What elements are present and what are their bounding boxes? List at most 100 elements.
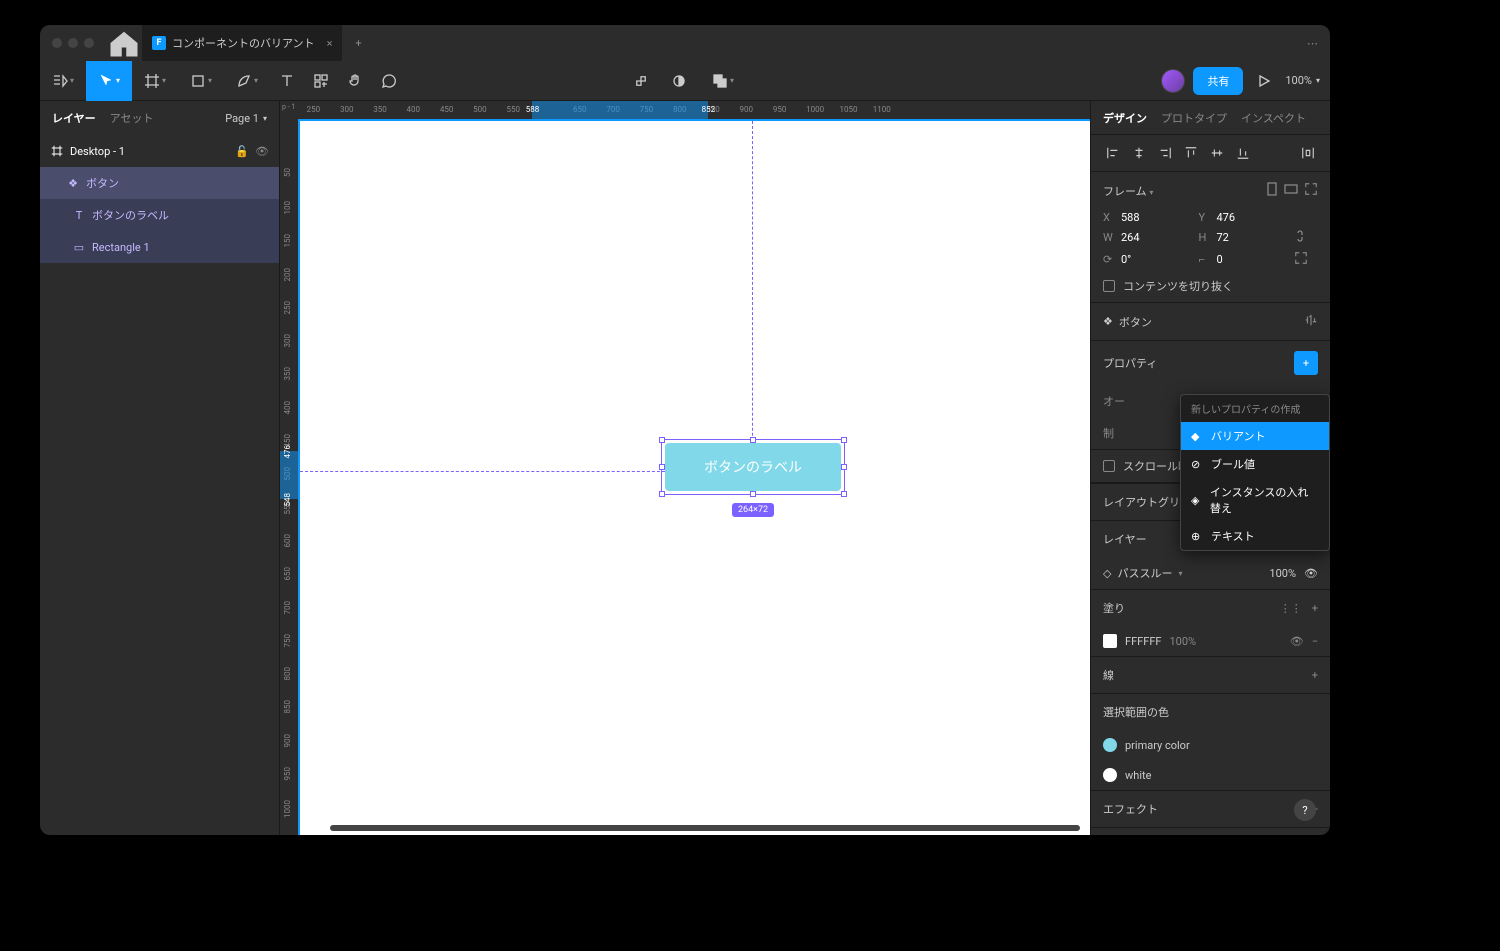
page-selector[interactable]: Page 1▾	[225, 112, 267, 125]
max-dot[interactable]	[84, 38, 94, 48]
home-button[interactable]	[106, 25, 142, 61]
share-button[interactable]: 共有	[1193, 67, 1243, 95]
close-dot[interactable]	[52, 38, 62, 48]
align-vcenter-icon[interactable]	[1205, 141, 1229, 165]
handle-e[interactable]	[841, 464, 847, 470]
popup-item-instance-swap[interactable]: ◈インスタンスの入れ替え	[1181, 478, 1329, 522]
orientation-landscape-icon[interactable]	[1284, 183, 1298, 198]
fill-style-icon[interactable]: ⋮⋮	[1280, 602, 1302, 615]
align-right-icon[interactable]	[1153, 141, 1177, 165]
boolean-button[interactable]: ▾	[700, 61, 746, 101]
lock-icon[interactable]: 🔓	[235, 145, 249, 158]
layer-rectangle[interactable]: ▭ Rectangle 1	[40, 231, 279, 263]
popup-item-variant[interactable]: ◆バリアント	[1181, 422, 1329, 450]
layer-frame[interactable]: Desktop - 1 🔓👁	[40, 135, 279, 167]
align-left-icon[interactable]	[1101, 141, 1125, 165]
tab-inspect[interactable]: インスペクト	[1241, 110, 1306, 126]
tab-close-icon[interactable]: ×	[327, 37, 333, 50]
align-bottom-icon[interactable]	[1231, 141, 1255, 165]
rotation-field[interactable]: 0°	[1121, 253, 1131, 266]
orientation-portrait-icon[interactable]	[1266, 182, 1278, 199]
present-button[interactable]	[1251, 61, 1277, 101]
blend-mode[interactable]: パススルー	[1117, 565, 1172, 581]
comment-tool[interactable]	[372, 61, 406, 101]
instance-swap-icon: ◈	[1191, 494, 1202, 507]
popup-item-text[interactable]: ⊕テキスト	[1181, 522, 1329, 550]
handle-n[interactable]	[750, 437, 756, 443]
new-tab-button[interactable]: +	[342, 37, 374, 50]
x-field[interactable]: 588	[1121, 211, 1140, 224]
resources-tool[interactable]	[304, 61, 338, 101]
distribute-icon[interactable]	[1296, 141, 1320, 165]
scrollbar-horizontal[interactable]	[330, 825, 1080, 831]
handle-w[interactable]	[659, 464, 665, 470]
guide-horizontal	[300, 471, 665, 472]
layer-opacity[interactable]: 100%	[1269, 567, 1296, 580]
clip-label: コンテンツを切り抜く	[1123, 278, 1233, 294]
layer-visibility-icon[interactable]: 👁	[1304, 567, 1318, 580]
file-tab[interactable]: F コンポーネントのバリアント ×	[142, 25, 342, 61]
frame-section-label[interactable]: フレーム ▾	[1103, 183, 1153, 199]
align-hcenter-icon[interactable]	[1127, 141, 1151, 165]
pen-tool[interactable]: ▾	[224, 61, 270, 101]
tab-layers[interactable]: レイヤー	[52, 110, 96, 126]
scroll-fix-checkbox[interactable]	[1103, 460, 1115, 472]
min-dot[interactable]	[68, 38, 78, 48]
layer-text[interactable]: T ボタンのラベル	[40, 199, 279, 231]
color2-swatch[interactable]	[1103, 768, 1117, 782]
handle-ne[interactable]	[841, 437, 847, 443]
w-field[interactable]: 264	[1121, 231, 1140, 244]
titlebar-menu[interactable]: ⋯	[1307, 37, 1330, 50]
right-panel: デザイン プロトタイプ インスペクト フレーム ▾	[1090, 101, 1330, 835]
main-menu-button[interactable]: ▾	[40, 61, 86, 101]
add-stroke-button[interactable]: +	[1312, 669, 1318, 682]
handle-nw[interactable]	[659, 437, 665, 443]
radius-field[interactable]: 0	[1217, 253, 1223, 266]
tab-design[interactable]: デザイン	[1103, 110, 1147, 126]
color2-label: white	[1125, 769, 1151, 782]
align-top-icon[interactable]	[1179, 141, 1203, 165]
h-field[interactable]: 72	[1217, 231, 1229, 244]
help-button[interactable]: ?	[1294, 799, 1316, 821]
frame-tool[interactable]: ▾	[132, 61, 178, 101]
mask-button[interactable]	[662, 61, 696, 101]
move-tool[interactable]: ▾	[86, 61, 132, 101]
tab-prototype[interactable]: プロトタイプ	[1161, 110, 1227, 126]
add-fill-button[interactable]: +	[1312, 602, 1318, 615]
handle-se[interactable]	[841, 491, 847, 497]
resize-to-fit-icon[interactable]	[1304, 182, 1318, 199]
handle-s[interactable]	[750, 491, 756, 497]
text-tool[interactable]	[270, 61, 304, 101]
canvas[interactable]: ボタンのラベル 264×72	[300, 121, 1090, 835]
handle-sw[interactable]	[659, 491, 665, 497]
text-prop-icon: ⊕	[1191, 530, 1203, 543]
artboard[interactable]: ボタンのラベル 264×72	[300, 121, 1090, 835]
remove-fill-button[interactable]: −	[1312, 635, 1318, 648]
fill-opacity[interactable]: 100%	[1169, 635, 1196, 648]
user-avatar[interactable]	[1161, 69, 1185, 93]
tab-assets[interactable]: アセット	[110, 110, 154, 126]
link-dimensions-icon[interactable]	[1294, 228, 1318, 247]
color1-swatch[interactable]	[1103, 738, 1117, 752]
frame-icon	[50, 145, 64, 157]
layer-component[interactable]: ❖ ボタン	[40, 167, 279, 199]
clip-content-row[interactable]: コンテンツを切り抜く	[1091, 270, 1330, 302]
clip-checkbox[interactable]	[1103, 280, 1115, 292]
autolayout-truncated: オー	[1103, 393, 1125, 409]
shape-tool[interactable]: ▾	[178, 61, 224, 101]
independent-corners-icon[interactable]	[1294, 251, 1318, 268]
component-settings-icon[interactable]	[1304, 313, 1318, 330]
fill-swatch[interactable]	[1103, 634, 1117, 648]
hand-tool[interactable]	[338, 61, 372, 101]
component-create-button[interactable]	[624, 61, 658, 101]
visibility-icon[interactable]: 👁	[255, 145, 269, 158]
fill-visibility-icon[interactable]: 👁	[1290, 635, 1304, 648]
add-property-button[interactable]: +	[1294, 351, 1318, 375]
zoom-level[interactable]: 100%▾	[1285, 74, 1320, 87]
y-field[interactable]: 476	[1217, 211, 1236, 224]
selection-colors-head: 選択範囲の色	[1091, 693, 1330, 730]
fill-hex[interactable]: FFFFFF	[1125, 635, 1161, 648]
canvas-area[interactable]: p - 1 2503003504004505005506507007508008…	[280, 101, 1090, 835]
effects-label: エフェクト	[1103, 801, 1158, 817]
popup-item-boolean[interactable]: ⊘ブール値	[1181, 450, 1329, 478]
